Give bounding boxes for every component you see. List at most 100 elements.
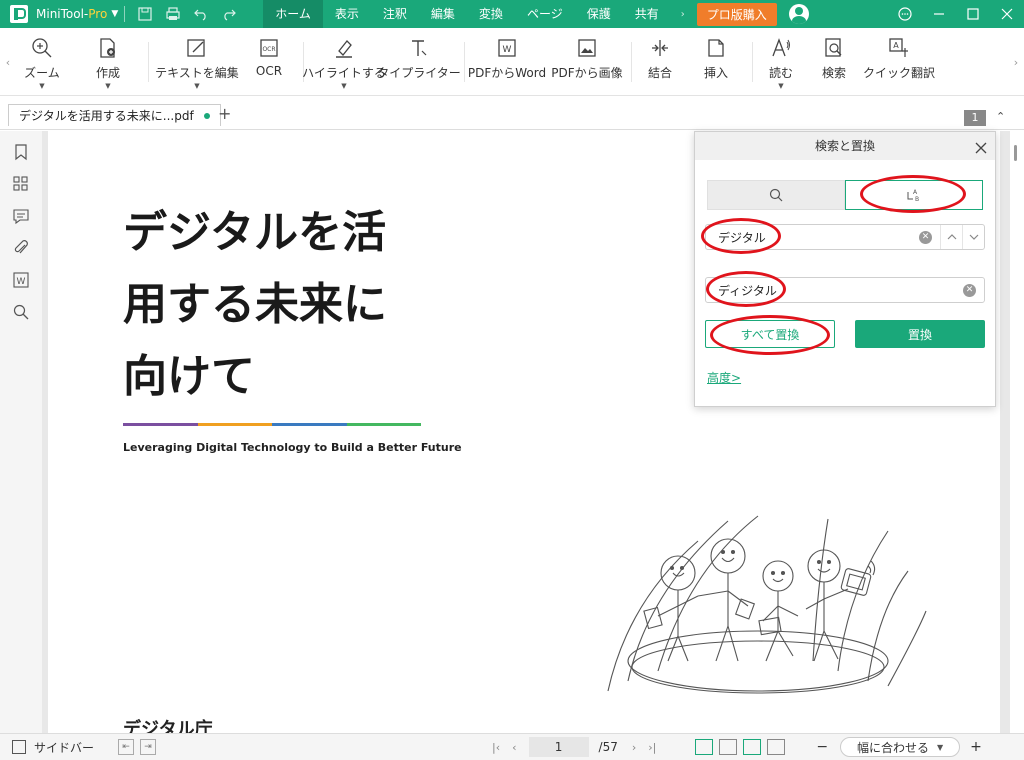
read-tool[interactable]: 読む ▼ xyxy=(753,28,809,96)
document-tab[interactable]: デジタルを活用する未来に...pdf xyxy=(8,104,221,126)
menu-protect[interactable]: 保護 xyxy=(575,0,623,28)
find-field: ✕ xyxy=(705,224,985,250)
quick-translate-tool[interactable]: A クイック翻訳 xyxy=(859,28,939,96)
close-window-icon[interactable] xyxy=(990,0,1024,28)
back-icon[interactable]: ⇤ xyxy=(118,739,135,755)
translate-icon: A xyxy=(888,37,910,59)
title-divider xyxy=(124,6,126,22)
pdf-to-image-tool[interactable]: PDFから画像 xyxy=(549,28,625,96)
total-pages: /57 xyxy=(598,740,618,754)
svg-text:W: W xyxy=(17,277,26,287)
current-page-input[interactable]: 1 xyxy=(528,737,589,757)
svg-text:A: A xyxy=(913,189,918,196)
color-stripe xyxy=(123,423,421,426)
replace-button[interactable]: 置換 xyxy=(855,320,985,348)
next-page-icon[interactable]: › xyxy=(632,741,636,754)
page-navigation: |‹ ‹ 1 /57 › ›| xyxy=(486,737,662,757)
app-menu-dropdown-icon[interactable]: ▼ xyxy=(111,9,118,19)
first-page-icon[interactable]: |‹ xyxy=(492,741,500,754)
menu-home[interactable]: ホーム xyxy=(263,0,323,28)
menu-view[interactable]: 表示 xyxy=(323,0,371,28)
window-controls xyxy=(888,0,1024,28)
single-page-view-icon[interactable] xyxy=(695,739,714,755)
zoom-in-icon[interactable]: + xyxy=(970,739,982,755)
attachment-icon[interactable] xyxy=(12,239,30,257)
undo-icon[interactable] xyxy=(190,4,212,24)
menu-page[interactable]: ページ xyxy=(515,0,575,28)
search-mode-toggle: AB xyxy=(707,180,983,210)
search-icon[interactable] xyxy=(12,303,30,321)
two-page-view-icon[interactable] xyxy=(719,739,738,755)
pdf-to-word-tool[interactable]: W PDFからWord xyxy=(465,28,549,96)
create-tool[interactable]: 作成 ▼ xyxy=(68,28,148,96)
menu-annotate[interactable]: 注釈 xyxy=(371,0,419,28)
redo-icon[interactable] xyxy=(218,4,240,24)
comments-icon[interactable] xyxy=(12,207,30,225)
zoom-out-icon[interactable]: − xyxy=(816,739,828,755)
replace-all-button[interactable]: すべて置換 xyxy=(705,320,835,348)
ocr-tool[interactable]: OCR OCR xyxy=(245,28,293,96)
user-avatar-icon[interactable] xyxy=(788,4,809,24)
add-tab-icon[interactable]: + xyxy=(218,104,231,123)
sidebar-toggle-icon[interactable] xyxy=(12,740,26,754)
scrollbar-thumb[interactable] xyxy=(1014,145,1017,161)
menu-share[interactable]: 共有 xyxy=(623,0,671,28)
menu-edit[interactable]: 編集 xyxy=(419,0,467,28)
buy-pro-button[interactable]: プロ版購入 xyxy=(696,2,777,26)
continuous-view-icon[interactable] xyxy=(743,739,762,755)
insert-tool[interactable]: 挿入 xyxy=(688,28,744,96)
ribbon-toolbar: ‹ ズーム ▼ 作成 ▼ テキストを編集 ▼ OCR OCR ハイライトする ▼… xyxy=(0,28,1024,96)
document-footer: デジタル庁 xyxy=(123,719,213,733)
search-replace-panel: 検索と置換 AB ✕ ✕ すべて置換 置換 高度> xyxy=(694,131,996,407)
close-icon[interactable] xyxy=(973,138,989,154)
ocr-icon: OCR xyxy=(258,37,280,59)
forward-icon[interactable]: ⇥ xyxy=(140,739,157,755)
zoom-tool[interactable]: ズーム ▼ xyxy=(16,28,68,96)
find-input[interactable] xyxy=(706,226,919,248)
find-mode-button[interactable] xyxy=(707,180,845,210)
replace-actions: すべて置換 置換 xyxy=(705,320,985,348)
feedback-icon[interactable] xyxy=(888,0,922,28)
last-page-icon[interactable]: ›| xyxy=(648,741,656,754)
svg-text:A: A xyxy=(893,41,899,50)
search-tool[interactable]: 検索 xyxy=(809,28,859,96)
replace-input[interactable] xyxy=(706,279,963,301)
svg-text:OCR: OCR xyxy=(262,46,275,53)
chevron-down-icon: ▼ xyxy=(341,82,347,90)
toolbar-scroll-left-icon[interactable]: ‹ xyxy=(0,28,16,96)
previous-page-icon[interactable]: ‹ xyxy=(512,741,516,754)
clear-find-icon[interactable]: ✕ xyxy=(919,230,932,244)
maximize-icon[interactable] xyxy=(956,0,990,28)
menu-convert[interactable]: 変換 xyxy=(467,0,515,28)
toolbar-scroll-right-icon[interactable]: › xyxy=(1008,28,1024,96)
find-next-icon[interactable] xyxy=(962,225,984,249)
zoom-select[interactable]: 幅に合わせる ▼ xyxy=(840,737,961,757)
word-icon[interactable]: W xyxy=(12,271,30,289)
collapse-ribbon-icon[interactable]: ⌃ xyxy=(996,110,1005,123)
typewriter-tool[interactable]: タイプライター xyxy=(377,28,461,96)
bookmark-icon[interactable] xyxy=(12,143,30,161)
edit-text-tool[interactable]: テキストを編集 ▼ xyxy=(149,28,245,96)
sidebar-label[interactable]: サイドバー xyxy=(34,739,94,756)
advanced-link[interactable]: 高度> xyxy=(707,369,741,386)
pdf-to-word-icon: W xyxy=(496,37,518,59)
replace-mode-button[interactable]: AB xyxy=(845,180,983,210)
menu-more-icon[interactable]: › xyxy=(681,9,685,20)
replace-field: ✕ xyxy=(705,277,985,303)
clear-replace-icon[interactable]: ✕ xyxy=(963,283,976,297)
svg-text:W: W xyxy=(503,45,512,55)
find-previous-icon[interactable] xyxy=(940,225,962,249)
unsaved-indicator-icon xyxy=(203,112,210,119)
document-title: デジタルを活 用する未来に 向けて xyxy=(123,207,387,402)
save-icon[interactable] xyxy=(134,4,156,24)
grid-view-icon[interactable] xyxy=(767,739,786,755)
vertical-scrollbar[interactable] xyxy=(1010,131,1024,733)
thumbnails-icon[interactable] xyxy=(12,175,30,193)
highlight-tool[interactable]: ハイライトする ▼ xyxy=(302,28,386,96)
print-icon[interactable] xyxy=(162,4,184,24)
document-tab-bar: デジタルを活用する未来に...pdf + xyxy=(0,96,1024,130)
minimize-icon[interactable] xyxy=(922,0,956,28)
merge-icon xyxy=(649,37,671,59)
left-sidebar: W xyxy=(0,131,42,733)
merge-tool[interactable]: 結合 xyxy=(632,28,688,96)
